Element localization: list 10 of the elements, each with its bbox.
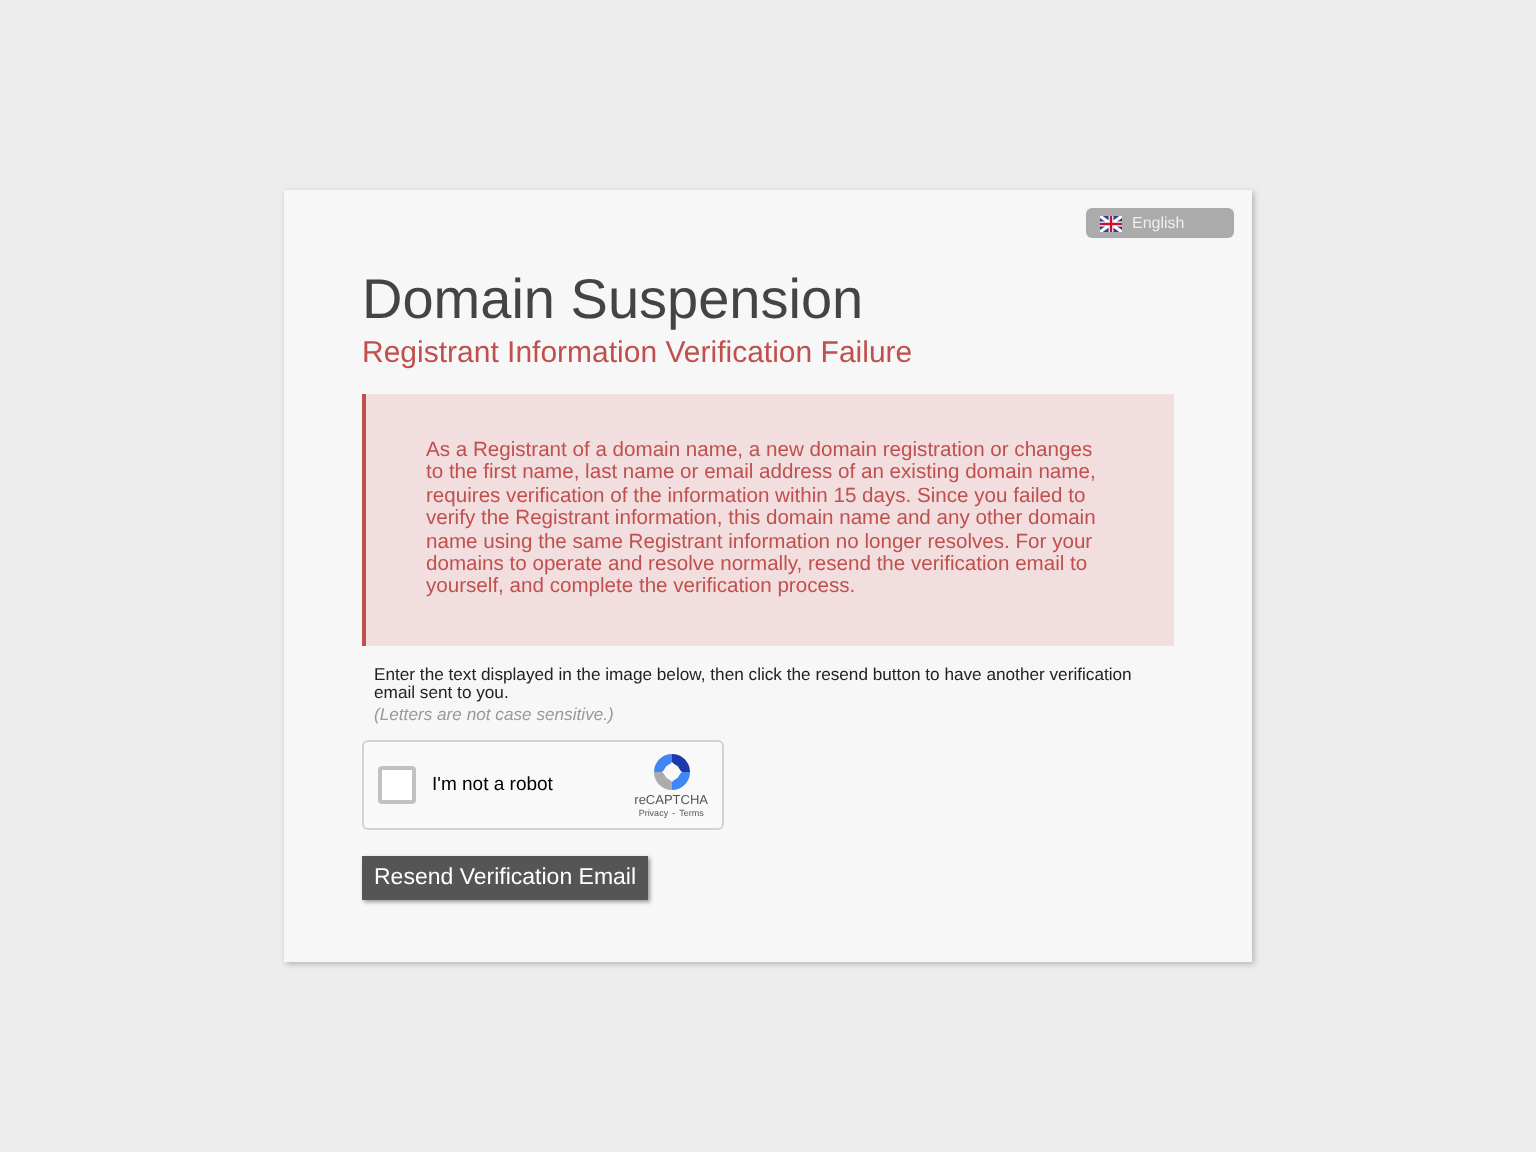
checkbox[interactable] <box>378 765 416 804</box>
flag-icon <box>1100 215 1122 231</box>
page-title: Domain Suspension <box>362 266 866 334</box>
page-subtitle: Registrant Information Verification Failure <box>362 334 915 374</box>
instructions-text: Enter the text displayed in the image below, then click the resend button to have another verification email sent to you. <box>374 665 1134 704</box>
captcha-logo-icon <box>649 750 694 795</box>
note-text: (Letters are not case sensitive.) <box>374 703 616 724</box>
alert-text: As a Registrant of a domain name, a new domain registration or changes to the first name, last name or email address of an existing domain name, requires verification of the information within 15 days. Since you failed to verify the Registrant information, this domain name and any other domain name using the same Registrant information no longer resolves. For your domains to operate and resolve normally, resend the verification email to yourself, and complete the verification process. <box>426 440 1098 600</box>
resend-button[interactable]: Resend Verification Email <box>362 855 649 900</box>
captcha-label: I'm not a robot <box>432 773 555 796</box>
